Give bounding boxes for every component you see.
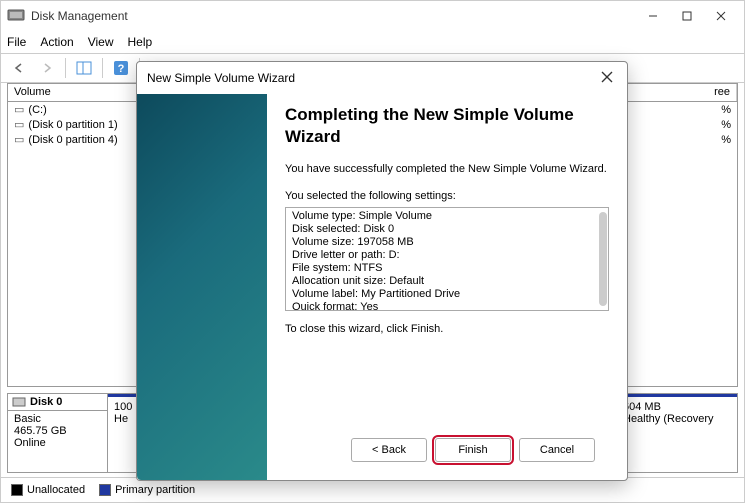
wizard-close-msg: To close this wizard, click Finish.	[285, 323, 609, 335]
menu-help[interactable]: Help	[128, 35, 153, 49]
maximize-button[interactable]	[670, 4, 704, 28]
volume-free: %	[721, 134, 731, 146]
volume-label: (Disk 0 partition 4)	[28, 134, 117, 146]
disk-type: Basic	[14, 413, 101, 425]
volume-label: (C:)	[28, 104, 46, 116]
primary-swatch	[99, 484, 111, 496]
drive-icon: ▭	[14, 118, 24, 131]
setting-line: Drive letter or path: D:	[292, 249, 602, 262]
menu-view[interactable]: View	[88, 35, 114, 49]
wizard-banner	[137, 94, 267, 480]
menubar: File Action View Help	[1, 31, 744, 53]
settings-summary[interactable]: Volume type: Simple Volume Disk selected…	[285, 207, 609, 311]
disk-info[interactable]: Disk 0 Basic 465.75 GB Online	[8, 394, 108, 472]
wizard-buttons: < Back Finish Cancel	[285, 426, 609, 474]
drive-icon: ▭	[14, 103, 24, 116]
unallocated-swatch	[11, 484, 23, 496]
back-button[interactable]	[7, 56, 31, 80]
disk-icon	[12, 396, 26, 408]
disk-name: Disk 0	[30, 396, 62, 408]
volume-label: (Disk 0 partition 1)	[28, 119, 117, 131]
setting-line: Disk selected: Disk 0	[292, 223, 602, 236]
partition-segment[interactable]: 604 MB Healthy (Recovery	[617, 394, 737, 472]
svg-text:?: ?	[118, 63, 125, 75]
setting-line: Allocation unit size: Default	[292, 275, 602, 288]
cancel-button[interactable]: Cancel	[519, 438, 595, 462]
disk-management-icon	[7, 7, 25, 25]
setting-line: Volume size: 197058 MB	[292, 236, 602, 249]
drive-icon: ▭	[14, 133, 24, 146]
toolbar-separator	[65, 58, 66, 78]
back-button[interactable]: < Back	[351, 438, 427, 462]
new-simple-volume-wizard: New Simple Volume Wizard Completing the …	[136, 61, 628, 481]
wizard-success-text: You have successfully completed the New …	[285, 162, 609, 177]
disk-management-window: Disk Management File Action View Help ? …	[0, 0, 745, 503]
menu-action[interactable]: Action	[40, 35, 73, 49]
legend-unallocated: Unallocated	[11, 484, 85, 496]
wizard-titlebar: New Simple Volume Wizard	[137, 62, 627, 94]
toolbar-separator	[102, 58, 103, 78]
wizard-close-button[interactable]	[597, 70, 617, 86]
scrollbar[interactable]	[599, 212, 607, 306]
finish-button[interactable]: Finish	[435, 438, 511, 462]
setting-line: Quick format: Yes	[292, 301, 602, 311]
titlebar: Disk Management	[1, 1, 744, 31]
window-title: Disk Management	[31, 9, 636, 23]
volume-free: %	[721, 104, 731, 116]
setting-line: Volume type: Simple Volume	[292, 210, 602, 223]
disk-status: Online	[14, 437, 101, 449]
setting-line: Volume label: My Partitioned Drive	[292, 288, 602, 301]
minimize-button[interactable]	[636, 4, 670, 28]
properties-button[interactable]	[72, 56, 96, 80]
volume-free: %	[721, 119, 731, 131]
wizard-content: Completing the New Simple Volume Wizard …	[267, 94, 627, 480]
col-free[interactable]: ree	[617, 84, 737, 101]
menu-file[interactable]: File	[7, 35, 26, 49]
setting-line: File system: NTFS	[292, 262, 602, 275]
help-button[interactable]: ?	[109, 56, 133, 80]
legend: Unallocated Primary partition	[1, 478, 744, 502]
content-area: Volume ree ▭ (C:) % ▭ (Disk 0 partition …	[1, 83, 744, 478]
wizard-selected-label: You selected the following settings:	[285, 189, 609, 204]
legend-primary: Primary partition	[99, 484, 195, 496]
wizard-heading: Completing the New Simple Volume Wizard	[285, 104, 609, 148]
wizard-title: New Simple Volume Wizard	[147, 71, 597, 85]
close-button[interactable]	[704, 4, 738, 28]
disk-size: 465.75 GB	[14, 425, 101, 437]
forward-button[interactable]	[35, 56, 59, 80]
